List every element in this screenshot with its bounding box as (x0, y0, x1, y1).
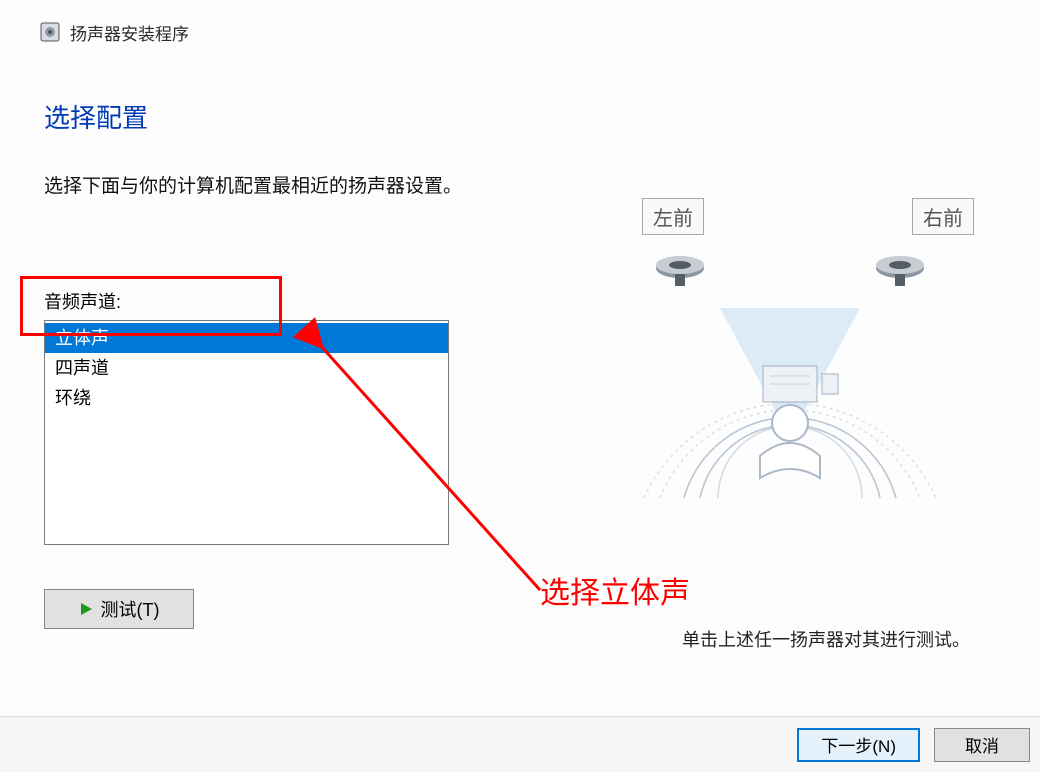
next-button-label: 下一步(N) (821, 732, 896, 757)
right-front-speaker-icon (876, 256, 924, 286)
speaker-app-icon (40, 22, 60, 42)
speaker-layout-illustration[interactable] (600, 198, 980, 518)
channel-option-surround[interactable]: 环绕 (45, 383, 448, 413)
channel-option-quad[interactable]: 四声道 (45, 353, 448, 383)
speaker-diagram: 左前 右前 (600, 190, 980, 523)
channel-label: 音频声道: (44, 288, 484, 314)
cancel-button[interactable]: 取消 (934, 728, 1030, 762)
page-heading: 选择配置 (44, 98, 1000, 135)
speaker-test-hint: 单击上述任一扬声器对其进行测试。 (682, 626, 970, 652)
test-button-label: 测试(T) (101, 596, 160, 622)
play-icon (79, 602, 93, 616)
window-title: 扬声器安装程序 (70, 20, 189, 45)
next-button[interactable]: 下一步(N) (797, 728, 920, 762)
channel-option-stereo[interactable]: 立体声 (45, 323, 448, 353)
speaker-label-right-front: 右前 (912, 198, 974, 235)
titlebar: 扬声器安装程序 (0, 0, 1040, 50)
left-front-speaker-icon (656, 256, 704, 286)
channel-listbox[interactable]: 立体声 四声道 环绕 (44, 320, 449, 545)
footer-bar: 下一步(N) 取消 (0, 716, 1040, 772)
cancel-button-label: 取消 (965, 732, 999, 757)
test-button[interactable]: 测试(T) (44, 589, 194, 629)
speaker-label-left-front: 左前 (642, 198, 704, 235)
